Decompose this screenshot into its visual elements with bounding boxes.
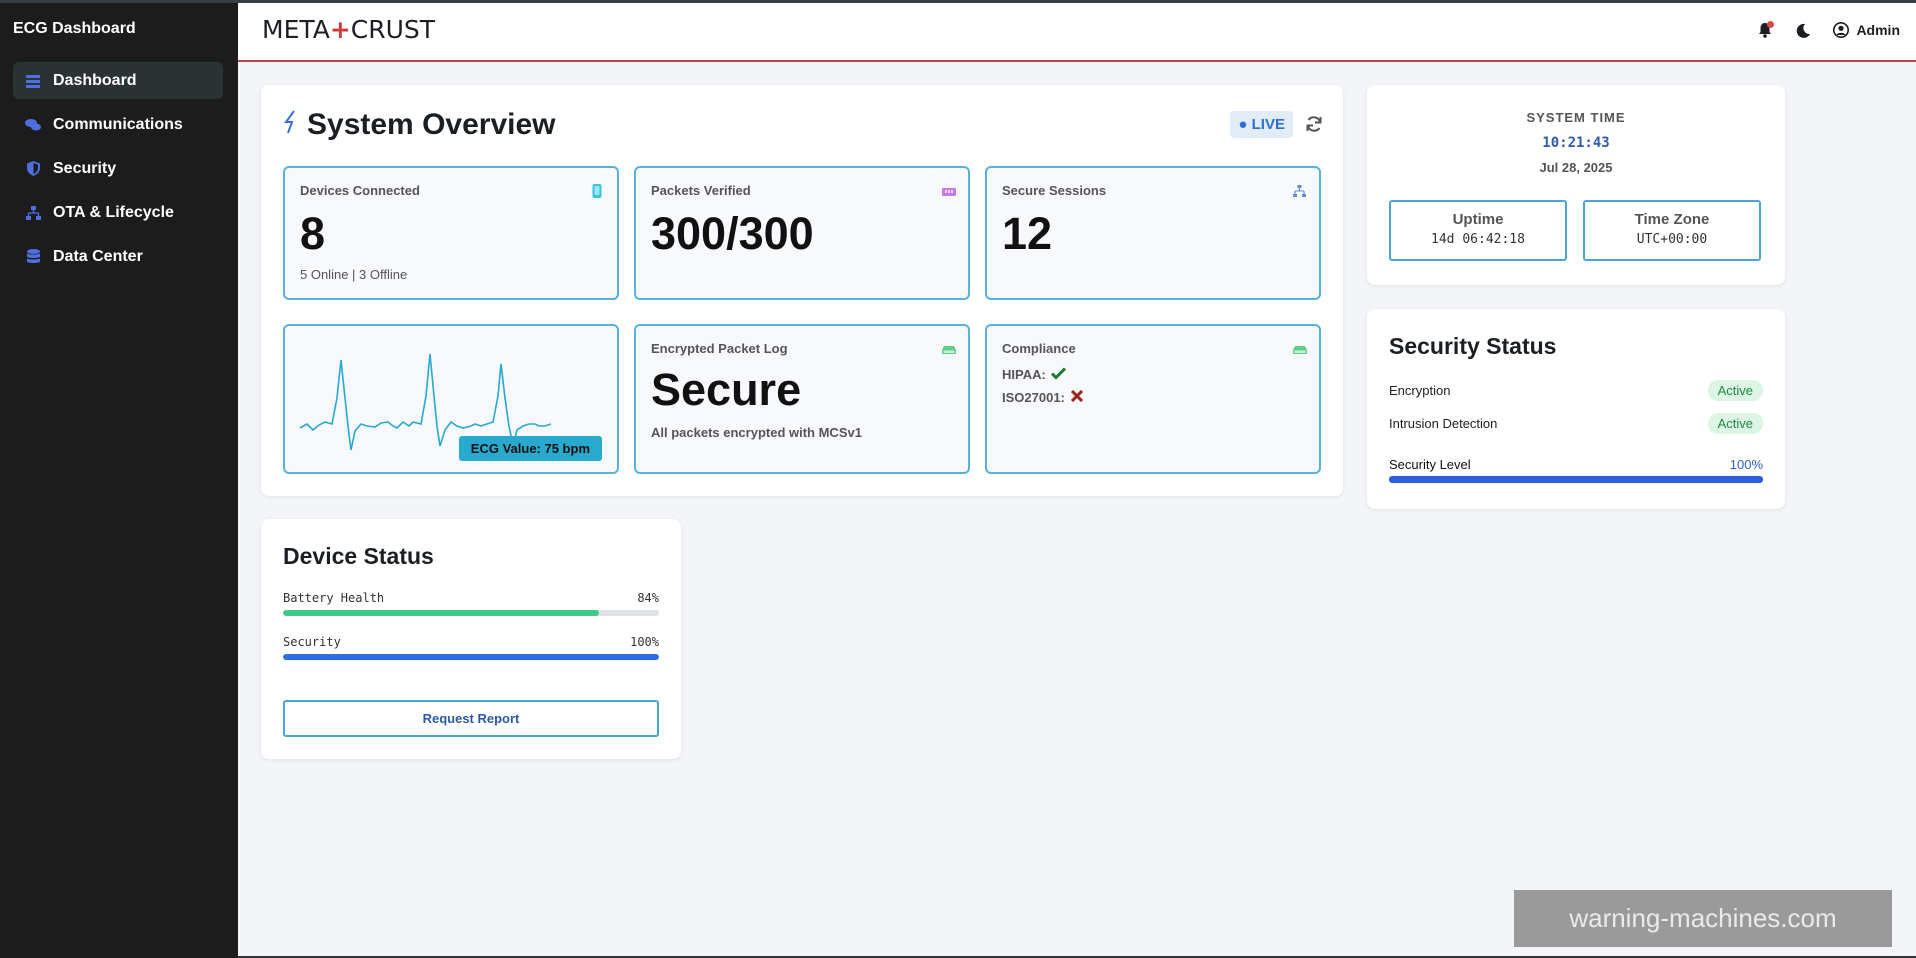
packets-verified-value: 300/300 bbox=[651, 208, 814, 259]
devices-online-offline: 5 Online | 3 Offline bbox=[300, 267, 408, 282]
bolt-icon bbox=[283, 109, 299, 141]
sidebar-item-ota-lifecycle[interactable]: OTA & Lifecycle bbox=[13, 194, 223, 231]
uptime-box: Uptime 14d 06:42:18 bbox=[1389, 200, 1567, 261]
sidebar: ECG Dashboard Dashboard Communications S… bbox=[0, 3, 238, 958]
sidebar-item-security[interactable]: Security bbox=[13, 150, 223, 187]
battery-health-bar bbox=[283, 610, 659, 616]
request-report-button[interactable]: Request Report bbox=[283, 700, 659, 737]
check-icon bbox=[1050, 367, 1066, 382]
battery-health-pct: 84% bbox=[637, 591, 659, 605]
user-menu[interactable]: Admin bbox=[1832, 21, 1900, 39]
security-level-bar bbox=[1389, 476, 1763, 483]
live-badge: ● LIVE bbox=[1230, 111, 1293, 138]
memory-icon bbox=[942, 184, 956, 196]
security-level-fill bbox=[1389, 476, 1763, 483]
system-date: Jul 28, 2025 bbox=[1539, 160, 1613, 175]
security-fill bbox=[283, 654, 659, 660]
sidebar-item-data-center[interactable]: Data Center bbox=[13, 238, 223, 275]
encryption-state-value: Secure bbox=[651, 364, 802, 415]
security-level-label: Security Level bbox=[1389, 457, 1471, 472]
sidebar-item-label: Security bbox=[53, 159, 117, 177]
top-header: META+CRUST Admin bbox=[238, 3, 1916, 62]
battery-health-row: Battery Health 84% bbox=[283, 591, 659, 616]
tile-label: Secure Sessions bbox=[1002, 183, 1107, 198]
hipaa-status: HIPAA: bbox=[1002, 367, 1066, 382]
security-status-heading: Security Status bbox=[1389, 333, 1557, 359]
moon-icon[interactable] bbox=[1794, 21, 1812, 39]
battery-health-fill bbox=[283, 610, 599, 616]
intrusion-row: Intrusion Detection Active bbox=[1389, 413, 1763, 434]
dashboard-icon bbox=[25, 73, 41, 89]
sidebar-item-label: Communications bbox=[53, 115, 183, 133]
timezone-box: Time Zone UTC+00:00 bbox=[1583, 200, 1761, 261]
sidebar-nav: Dashboard Communications Security OTA & … bbox=[13, 62, 223, 282]
device-icon bbox=[591, 184, 603, 198]
security-status-card: Security Status Encryption Active Intrus… bbox=[1367, 309, 1785, 509]
user-circle-icon bbox=[1832, 21, 1850, 39]
system-time-label: SYSTEM TIME bbox=[1526, 110, 1626, 125]
encryption-label: Encryption bbox=[1389, 383, 1451, 398]
timezone-label: Time Zone bbox=[1634, 211, 1710, 228]
database-icon bbox=[25, 249, 41, 265]
system-time-clock: 10:21:43 bbox=[1542, 135, 1610, 151]
sidebar-item-label: Data Center bbox=[53, 247, 143, 265]
security-level-pct: 100% bbox=[1729, 457, 1763, 472]
packets-verified-tile: Packets Verified 300/300 bbox=[634, 166, 970, 300]
hdd-icon bbox=[942, 342, 956, 354]
system-overview-heading: System Overview bbox=[283, 108, 555, 142]
secure-sessions-value: 12 bbox=[1002, 208, 1053, 259]
tile-label: Packets Verified bbox=[651, 183, 751, 198]
notification-dot bbox=[1767, 21, 1775, 28]
sidebar-title: ECG Dashboard bbox=[13, 20, 136, 37]
security-bar bbox=[283, 654, 659, 660]
sidebar-item-label: OTA & Lifecycle bbox=[53, 203, 174, 221]
iso27001-status: ISO27001: bbox=[1002, 389, 1084, 406]
secure-sessions-tile: Secure Sessions 12 bbox=[985, 166, 1321, 300]
compliance-tile: Compliance HIPAA: ISO27001: bbox=[985, 324, 1321, 474]
bell-icon[interactable] bbox=[1756, 21, 1775, 39]
watermark: warning-machines.com bbox=[1514, 890, 1892, 947]
devices-count: 8 bbox=[300, 208, 326, 259]
device-status-card: Device Status Battery Health 84% Securit… bbox=[261, 519, 681, 759]
intrusion-status-badge: Active bbox=[1707, 413, 1763, 434]
device-status-heading: Device Status bbox=[283, 543, 434, 569]
refresh-icon[interactable] bbox=[1305, 115, 1323, 133]
battery-health-label: Battery Health bbox=[283, 591, 385, 605]
tile-label: Compliance bbox=[1002, 341, 1076, 356]
sidebar-item-label: Dashboard bbox=[53, 71, 137, 89]
user-name: Admin bbox=[1856, 22, 1900, 38]
intrusion-label: Intrusion Detection bbox=[1389, 416, 1498, 431]
network-icon bbox=[1293, 184, 1306, 197]
sidebar-item-communications[interactable]: Communications bbox=[13, 106, 223, 143]
security-level-row: Security Level 100% bbox=[1389, 457, 1763, 483]
hdd-icon bbox=[1293, 342, 1307, 354]
tile-label: Encrypted Packet Log bbox=[651, 341, 788, 356]
encrypted-packet-log-tile: Encrypted Packet Log Secure All packets … bbox=[634, 324, 970, 474]
system-time-card: SYSTEM TIME 10:21:43 Jul 28, 2025 Uptime… bbox=[1367, 85, 1785, 285]
uptime-label: Uptime bbox=[1452, 211, 1504, 228]
security-row: Security 100% bbox=[283, 635, 659, 660]
header-actions: Admin bbox=[1736, 21, 1900, 39]
security-label: Security bbox=[283, 635, 341, 649]
encryption-status-badge: Active bbox=[1707, 380, 1763, 401]
network-icon bbox=[25, 205, 41, 221]
encryption-note: All packets encrypted with MCSv1 bbox=[651, 425, 862, 440]
sidebar-item-dashboard[interactable]: Dashboard bbox=[13, 62, 223, 99]
tile-label: Devices Connected bbox=[300, 183, 420, 198]
devices-connected-tile: Devices Connected 8 5 Online | 3 Offline bbox=[283, 166, 619, 300]
comments-icon bbox=[25, 117, 41, 133]
encryption-row: Encryption Active bbox=[1389, 380, 1763, 401]
security-pct: 100% bbox=[630, 635, 659, 649]
ecg-chart-tile: ECG Value: 75 bpm bbox=[283, 324, 619, 474]
uptime-value: 14d 06:42:18 bbox=[1431, 232, 1525, 247]
shield-icon bbox=[25, 161, 41, 177]
hipaa-label: HIPAA: bbox=[1002, 367, 1046, 382]
brand-logo[interactable]: META+CRUST bbox=[262, 15, 435, 44]
ecg-value-badge: ECG Value: 75 bpm bbox=[458, 436, 602, 461]
system-overview-card: System Overview ● LIVE Devices Connected… bbox=[261, 85, 1343, 496]
cross-icon bbox=[1070, 389, 1084, 406]
timezone-value: UTC+00:00 bbox=[1636, 232, 1708, 247]
iso-label: ISO27001: bbox=[1002, 390, 1065, 405]
page-title: System Overview bbox=[307, 108, 556, 141]
